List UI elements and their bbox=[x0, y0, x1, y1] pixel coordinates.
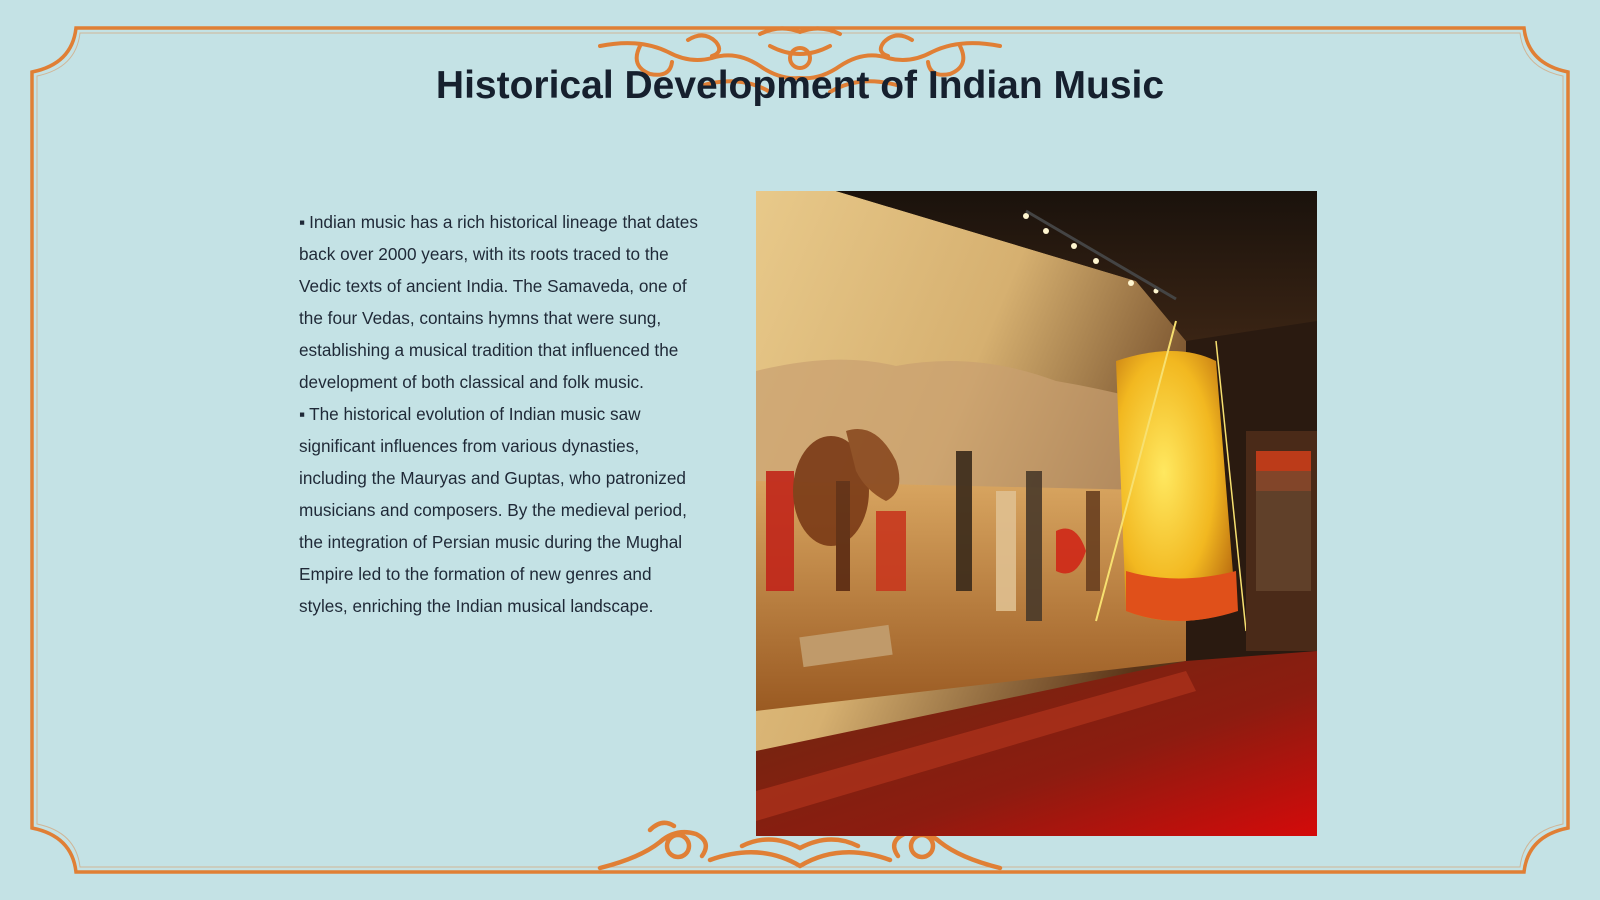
bullet-item: ▪ The historical evolution of Indian musi… bbox=[299, 398, 699, 622]
bullet-text: Indian music has a rich historical linea… bbox=[299, 212, 698, 392]
page-title: Historical Development of Indian Music bbox=[435, 64, 1165, 107]
bullet-item: ▪ Indian music has a rich historical line… bbox=[299, 206, 699, 398]
bullet-marker: ▪ bbox=[299, 404, 306, 424]
diorama-illustration bbox=[756, 191, 1317, 836]
bullet-text: The historical evolution of Indian music… bbox=[299, 404, 687, 616]
slide: Historical Development of Indian Music ▪… bbox=[0, 0, 1600, 900]
museum-diorama-image bbox=[756, 191, 1317, 836]
bullet-list: ▪ Indian music has a rich historical line… bbox=[299, 206, 699, 622]
bullet-marker: ▪ bbox=[299, 212, 306, 232]
